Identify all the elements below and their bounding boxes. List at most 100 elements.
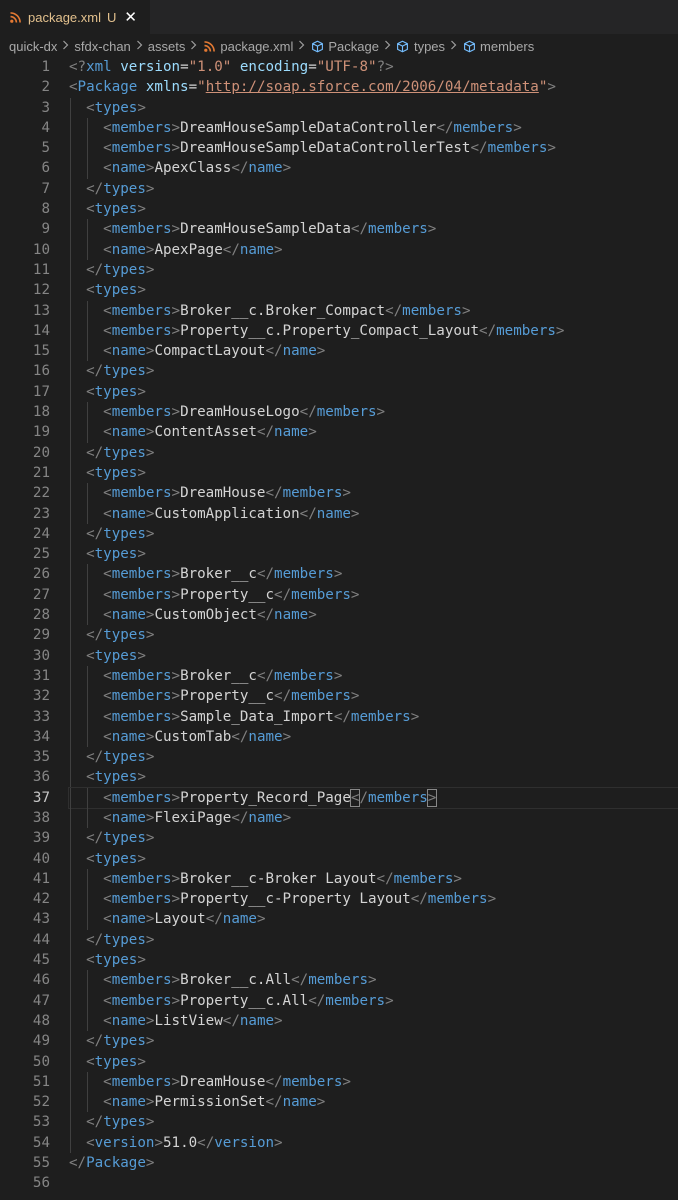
code-line[interactable]: 6 <name>ApexClass</name> xyxy=(0,158,678,179)
code-line[interactable]: 54 <version>51.0</version> xyxy=(0,1132,678,1154)
code-line-content xyxy=(69,1173,678,1193)
line-number: 24 xyxy=(32,525,50,542)
code-line[interactable]: 22 <members>DreamHouse</members> xyxy=(0,483,678,504)
code-line-content: <members>DreamHouse</members> xyxy=(69,1071,678,1093)
code-line[interactable]: 28 <name>CustomObject</name> xyxy=(0,605,678,626)
code-line-content: <members>DreamHouseSampleData</members> xyxy=(69,219,678,240)
code-line[interactable]: 50 <types> xyxy=(0,1051,678,1072)
line-number: 16 xyxy=(32,363,50,380)
breadcrumb-item[interactable]: types xyxy=(396,39,445,54)
code-line[interactable]: 19 <name>ContentAsset</name> xyxy=(0,422,678,443)
code-line[interactable]: 29 </types> xyxy=(0,625,678,646)
code-line[interactable]: 45 <types> xyxy=(0,950,678,971)
code-line-content: <types> xyxy=(69,280,678,301)
code-line[interactable]: 8 <types> xyxy=(0,199,678,220)
line-number: 18 xyxy=(32,404,50,421)
code-line-content: <name>ContentAsset</name> xyxy=(69,422,678,443)
code-text: <types> xyxy=(86,1053,146,1070)
breadcrumb-item[interactable]: package.xml xyxy=(202,39,293,54)
code-line-content: <types> xyxy=(69,97,678,118)
breadcrumb-item[interactable]: assets xyxy=(148,39,186,54)
code-line[interactable]: 53 </types> xyxy=(0,1112,678,1133)
code-line[interactable]: 2 <Package xmlns="http://soap.sforce.com/… xyxy=(0,77,678,97)
code-line[interactable]: 40 <types> xyxy=(0,848,678,869)
code-line-content: <types> xyxy=(69,848,678,869)
code-line[interactable]: 49 </types> xyxy=(0,1031,678,1052)
line-number: 53 xyxy=(32,1114,50,1131)
code-line[interactable]: 37 <members>Property_Record_Page</member… xyxy=(0,786,678,809)
code-line-content: <types> xyxy=(69,381,678,403)
tab-package-xml[interactable]: package.xml U ✕ xyxy=(0,0,150,34)
code-line[interactable]: 25 <types> xyxy=(0,544,678,565)
line-number: 51 xyxy=(32,1073,50,1090)
code-line[interactable]: 27 <members>Property__c</members> xyxy=(0,584,678,606)
code-text: <name>ApexPage</name> xyxy=(103,241,283,258)
code-line[interactable]: 47 <members>Property__c.All</members> xyxy=(0,990,678,1011)
code-line[interactable]: 42 <members>Property__c-Property Layout<… xyxy=(0,889,678,910)
code-text: <types> xyxy=(86,850,146,867)
code-line[interactable]: 43 <name>Layout</name> xyxy=(0,909,678,930)
code-line[interactable]: 4 <members>DreamHouseSampleDataControlle… xyxy=(0,117,678,139)
breadcrumb-item[interactable]: quick-dx xyxy=(9,39,57,54)
code-text: </types> xyxy=(86,363,155,380)
code-line[interactable]: 48 <name>ListView</name> xyxy=(0,1010,678,1032)
code-line[interactable]: 24 </types> xyxy=(0,523,678,545)
line-number: 27 xyxy=(32,586,50,603)
breadcrumb-item[interactable]: sfdx-chan xyxy=(74,39,130,54)
code-line[interactable]: 41 <members>Broker__c-Broker Layout</mem… xyxy=(0,868,678,890)
code-line[interactable]: 44 </types> xyxy=(0,929,678,951)
code-line[interactable]: 16 </types> xyxy=(0,361,678,382)
code-line[interactable]: 3 <types> xyxy=(0,97,678,118)
code-line[interactable]: 11 </types> xyxy=(0,259,678,281)
code-line[interactable]: 39 </types> xyxy=(0,828,678,849)
code-line[interactable]: 12 <types> xyxy=(0,280,678,301)
code-line[interactable]: 30 <types> xyxy=(0,645,678,666)
code-line[interactable]: 9 <members>DreamHouseSampleData</members… xyxy=(0,219,678,240)
code-line[interactable]: 14 <members>Property__c.Property_Compact… xyxy=(0,320,678,342)
line-number: 26 xyxy=(32,566,50,583)
code-editor[interactable]: 1 <?xml version="1.0" encoding="UTF-8"?> 2… xyxy=(0,57,678,1194)
breadcrumb-item[interactable]: Package xyxy=(310,39,379,54)
breadcrumb-item[interactable]: members xyxy=(462,39,534,54)
code-line[interactable]: 46 <members>Broker__c.All</members> xyxy=(0,970,678,991)
code-line[interactable]: 55 </Package> xyxy=(0,1153,678,1173)
code-line[interactable]: 5 <members>DreamHouseSampleDataControlle… xyxy=(0,138,678,159)
code-line[interactable]: 7 </types> xyxy=(0,178,678,200)
code-text: <name>ListView</name> xyxy=(103,1012,283,1029)
code-text: <members>DreamHouse</members> xyxy=(103,485,351,502)
code-line-content: <name>CustomTab</name> xyxy=(69,726,678,748)
code-line[interactable]: 34 <name>CustomTab</name> xyxy=(0,726,678,748)
line-number: 42 xyxy=(32,891,50,908)
code-line[interactable]: 15 <name>CompactLayout</name> xyxy=(0,341,678,362)
code-line[interactable]: 26 <members>Broker__c</members> xyxy=(0,564,678,585)
code-text: <name>PermissionSet</name> xyxy=(103,1094,326,1111)
chevron-right-icon xyxy=(450,39,457,53)
breadcrumb-label: types xyxy=(413,38,446,54)
code-line[interactable]: 56 xyxy=(0,1173,678,1193)
code-line[interactable]: 38 <name>FlexiPage</name> xyxy=(0,807,678,829)
code-line-content: <members>Broker__c</members> xyxy=(69,564,678,585)
code-text: <members>Property__c-Property Layout</me… xyxy=(103,891,497,908)
code-line[interactable]: 21 <types> xyxy=(0,462,678,484)
code-line[interactable]: 33 <members>Sample_Data_Import</members> xyxy=(0,706,678,727)
code-line[interactable]: 35 </types> xyxy=(0,747,678,768)
code-text: <members>Sample_Data_Import</members> xyxy=(103,708,420,725)
code-line[interactable]: 13 <members>Broker__c.Broker_Compact</me… xyxy=(0,300,678,321)
code-line[interactable]: 20 </types> xyxy=(0,442,678,463)
code-line[interactable]: 36 <types> xyxy=(0,767,678,788)
code-line[interactable]: 1 <?xml version="1.0" encoding="UTF-8"?> xyxy=(0,57,678,77)
code-line[interactable]: 32 <members>Property__c</members> xyxy=(0,686,678,707)
code-line[interactable]: 31 <members>Broker__c</members> xyxy=(0,665,678,687)
code-line-content: <name>ApexClass</name> xyxy=(69,158,678,179)
line-number: 36 xyxy=(32,769,50,786)
code-line[interactable]: 18 <members>DreamHouseLogo</members> xyxy=(0,402,678,423)
code-text: <name>CustomTab</name> xyxy=(103,728,292,745)
code-line[interactable]: 17 <types> xyxy=(0,381,678,403)
close-icon[interactable]: ✕ xyxy=(124,9,137,25)
code-line[interactable]: 23 <name>CustomApplication</name> xyxy=(0,503,678,524)
line-number: 12 xyxy=(32,282,50,299)
code-line[interactable]: 10 <name>ApexPage</name> xyxy=(0,239,678,260)
code-line[interactable]: 52 <name>PermissionSet</name> xyxy=(0,1092,678,1113)
code-line[interactable]: 51 <members>DreamHouse</members> xyxy=(0,1071,678,1093)
code-text: </types> xyxy=(86,1114,155,1131)
